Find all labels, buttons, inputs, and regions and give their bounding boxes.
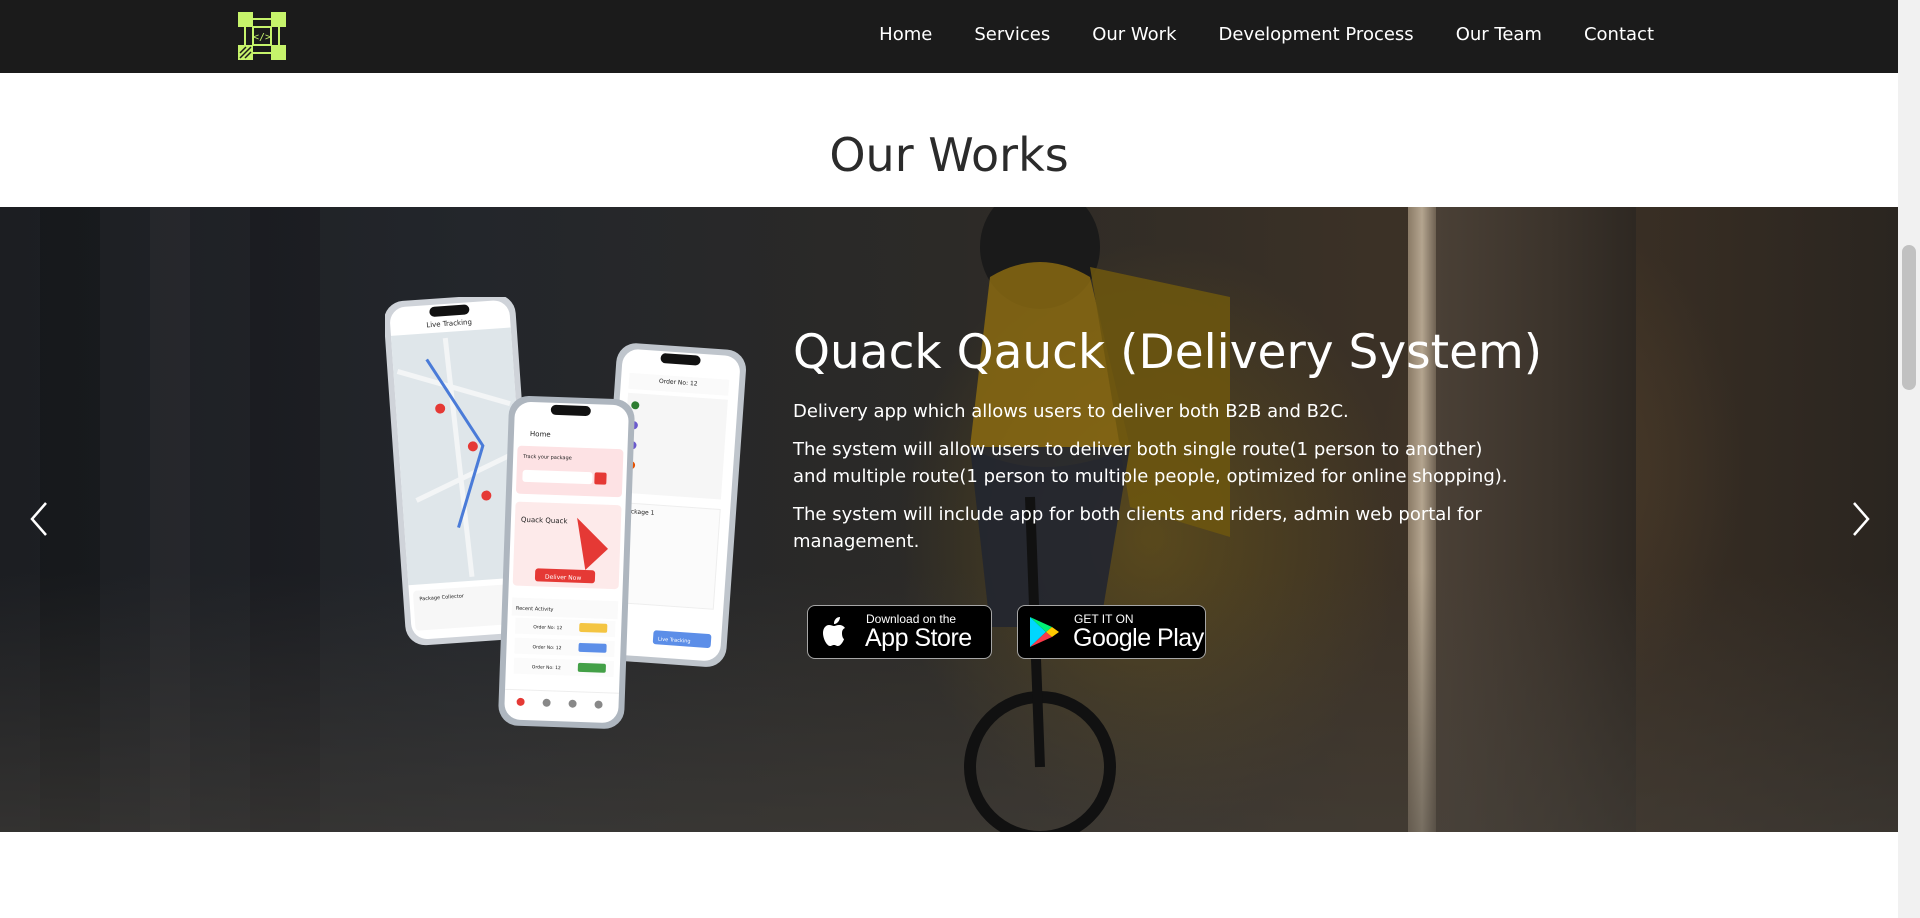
slide-title: Quack Qauck (Delivery System)	[793, 325, 1543, 380]
nav-link-home[interactable]: Home	[879, 24, 932, 45]
scrollbar-thumb[interactable]	[1902, 245, 1916, 390]
main-nav: Home Services Our Work Development Proce…	[837, 0, 1654, 68]
google-play-icon	[1030, 617, 1059, 647]
chevron-left-icon	[30, 502, 47, 536]
page-scrollbar[interactable]	[1898, 0, 1920, 918]
center-phone-brand: Quack Quack	[521, 516, 569, 526]
nav-link-services[interactable]: Services	[974, 24, 1050, 45]
logo[interactable]: </>	[236, 10, 288, 62]
app-store-big-text: App Store	[865, 624, 972, 652]
slide-paragraph-3: The system will include app for both cli…	[793, 504, 1482, 552]
top-navbar: </> Home Services Our Work Development P…	[0, 0, 1898, 73]
slide-paragraph-1: Delivery app which allows users to deliv…	[793, 401, 1349, 422]
works-carousel: Live Tracking Package Collector Order No…	[0, 207, 1898, 832]
chevron-right-icon	[1853, 502, 1870, 536]
carousel-next-button[interactable]	[1840, 497, 1880, 541]
nav-link-our-team[interactable]: Our Team	[1456, 24, 1542, 45]
center-phone-cta: Deliver Now	[545, 574, 582, 582]
google-play-big-text: Google Play	[1073, 624, 1204, 652]
carousel-prev-button[interactable]	[20, 497, 60, 541]
nav-link-contact[interactable]: Contact	[1584, 24, 1654, 45]
nav-link-our-work[interactable]: Our Work	[1092, 24, 1176, 45]
phone-mockups: Live Tracking Package Collector Order No…	[383, 294, 765, 752]
apple-icon	[823, 617, 845, 646]
code-brackets-icon: </>	[238, 12, 286, 60]
center-phone-order-1: Order No: 12	[533, 624, 562, 631]
google-play-button[interactable]: GET IT ON Google Play	[1017, 605, 1206, 659]
center-phone-order-3: Order No: 12	[532, 664, 561, 671]
center-phone-order-2: Order No: 12	[532, 644, 561, 651]
app-store-button[interactable]: Download on the App Store	[807, 605, 992, 659]
svg-text:</>: </>	[253, 32, 271, 43]
section-title: Our Works	[829, 128, 1069, 182]
center-phone-header: Home	[530, 430, 551, 439]
slide-paragraph-2: The system will allow users to deliver b…	[793, 439, 1508, 487]
nav-link-development-process[interactable]: Development Process	[1219, 24, 1414, 45]
